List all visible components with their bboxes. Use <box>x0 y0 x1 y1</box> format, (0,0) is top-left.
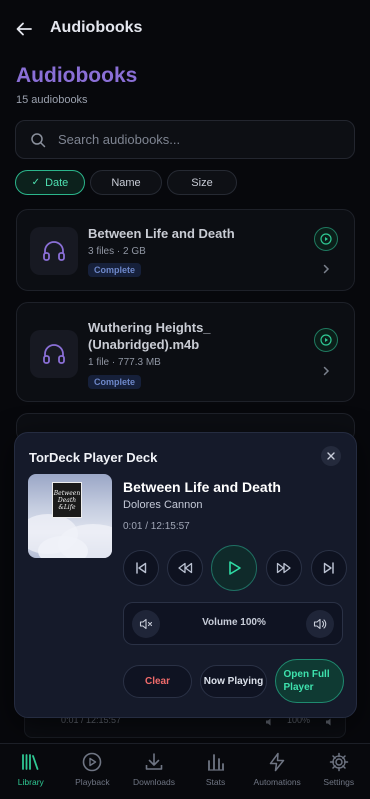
clear-button[interactable]: Clear <box>123 665 192 698</box>
sort-date-label: Date <box>45 176 69 189</box>
play-pause-button[interactable] <box>211 545 257 591</box>
sort-options: ✓ Date Name Size <box>15 170 242 196</box>
sort-name-label: Name <box>111 176 141 189</box>
cover-title-plate: Between Death &Life <box>52 482 82 518</box>
track-artist: Dolores Cannon <box>123 499 203 511</box>
download-icon <box>143 751 165 773</box>
nav-label: Stats <box>205 777 226 787</box>
cover-art: Between Death &Life <box>28 474 112 558</box>
sort-date-chip[interactable]: ✓ Date <box>15 170 85 195</box>
book-title: Wuthering Heights_ (Unabridged).m4b <box>88 320 211 352</box>
player-deck: TorDeck Player Deck Between Death &Life … <box>14 432 357 718</box>
stats-icon <box>205 751 227 773</box>
fast-forward-button[interactable] <box>266 550 302 586</box>
headphones-icon <box>30 330 78 378</box>
bottom-navigation: Library Playback Downloads Stats Automat… <box>0 743 370 799</box>
fast-forward-icon <box>276 562 291 574</box>
nav-label: Downloads <box>132 777 176 787</box>
library-icon <box>20 751 42 773</box>
status-badge: Complete <box>88 375 142 389</box>
nav-label: Library <box>17 777 44 787</box>
play-button[interactable] <box>314 328 338 352</box>
book-meta: 3 files · 2 GB <box>88 246 146 257</box>
sort-size-label: Size <box>191 176 213 189</box>
nav-label: Automations <box>253 777 301 787</box>
top-bar-title: Audiobooks <box>50 19 143 36</box>
status-badge: Complete <box>88 263 142 277</box>
nav-item-automations[interactable]: Automations <box>246 744 308 799</box>
chevron-right-icon[interactable] <box>318 261 334 277</box>
page-title: Audiobooks <box>16 64 138 87</box>
sort-size-chip[interactable]: Size <box>167 170 237 195</box>
track-title: Between Life and Death <box>123 479 281 495</box>
chevron-right-icon[interactable] <box>318 363 334 379</box>
lightning-icon <box>266 751 288 773</box>
headphones-icon <box>30 227 78 275</box>
search-input[interactable] <box>58 132 328 147</box>
play-button[interactable] <box>314 227 338 251</box>
open-full-player-button[interactable]: Open Full Player <box>275 659 344 703</box>
nav-label: Playback <box>75 777 110 787</box>
nav-item-stats[interactable]: Stats <box>185 744 247 799</box>
check-icon: ✓ <box>31 177 41 188</box>
volume-icon <box>313 618 327 630</box>
nav-item-downloads[interactable]: Downloads <box>123 744 185 799</box>
track-time: 0:01 / 12:15:57 <box>123 521 190 532</box>
audiobook-count: 15 audiobooks <box>16 94 88 106</box>
nav-label: Settings <box>323 777 355 787</box>
search-icon <box>30 132 46 148</box>
nav-item-playback[interactable]: Playback <box>62 744 124 799</box>
skip-next-button[interactable] <box>311 550 347 586</box>
book-title: Between Life and Death <box>88 226 235 241</box>
rewind-icon <box>178 562 193 574</box>
top-bar: Audiobooks <box>0 0 370 58</box>
audiobook-card[interactable]: Between Life and Death 3 files · 2 GB Co… <box>16 209 355 291</box>
sort-name-chip[interactable]: Name <box>90 170 162 195</box>
nav-item-settings[interactable]: Settings <box>308 744 370 799</box>
skip-next-icon <box>323 562 334 574</box>
player-deck-title: TorDeck Player Deck <box>29 450 158 465</box>
audiobook-card[interactable]: Wuthering Heights_ (Unabridged).m4b 1 fi… <box>16 302 355 402</box>
skip-previous-button[interactable] <box>123 550 159 586</box>
volume-control: Volume 100% <box>123 602 343 645</box>
volume-up-button[interactable] <box>306 610 334 638</box>
close-icon[interactable] <box>321 446 341 466</box>
play-circle-icon <box>81 751 103 773</box>
skip-previous-icon <box>136 562 147 574</box>
search-bar[interactable] <box>15 120 355 159</box>
book-meta: 1 file · 777.3 MB <box>88 357 161 368</box>
open-full-player-label: Open Full Player <box>283 669 330 693</box>
play-icon <box>229 561 241 575</box>
now-playing-button[interactable]: Now Playing <box>200 665 267 698</box>
nav-item-library[interactable]: Library <box>0 744 62 799</box>
gear-icon <box>328 751 350 773</box>
rewind-button[interactable] <box>167 550 203 586</box>
back-arrow-icon[interactable] <box>12 17 36 41</box>
